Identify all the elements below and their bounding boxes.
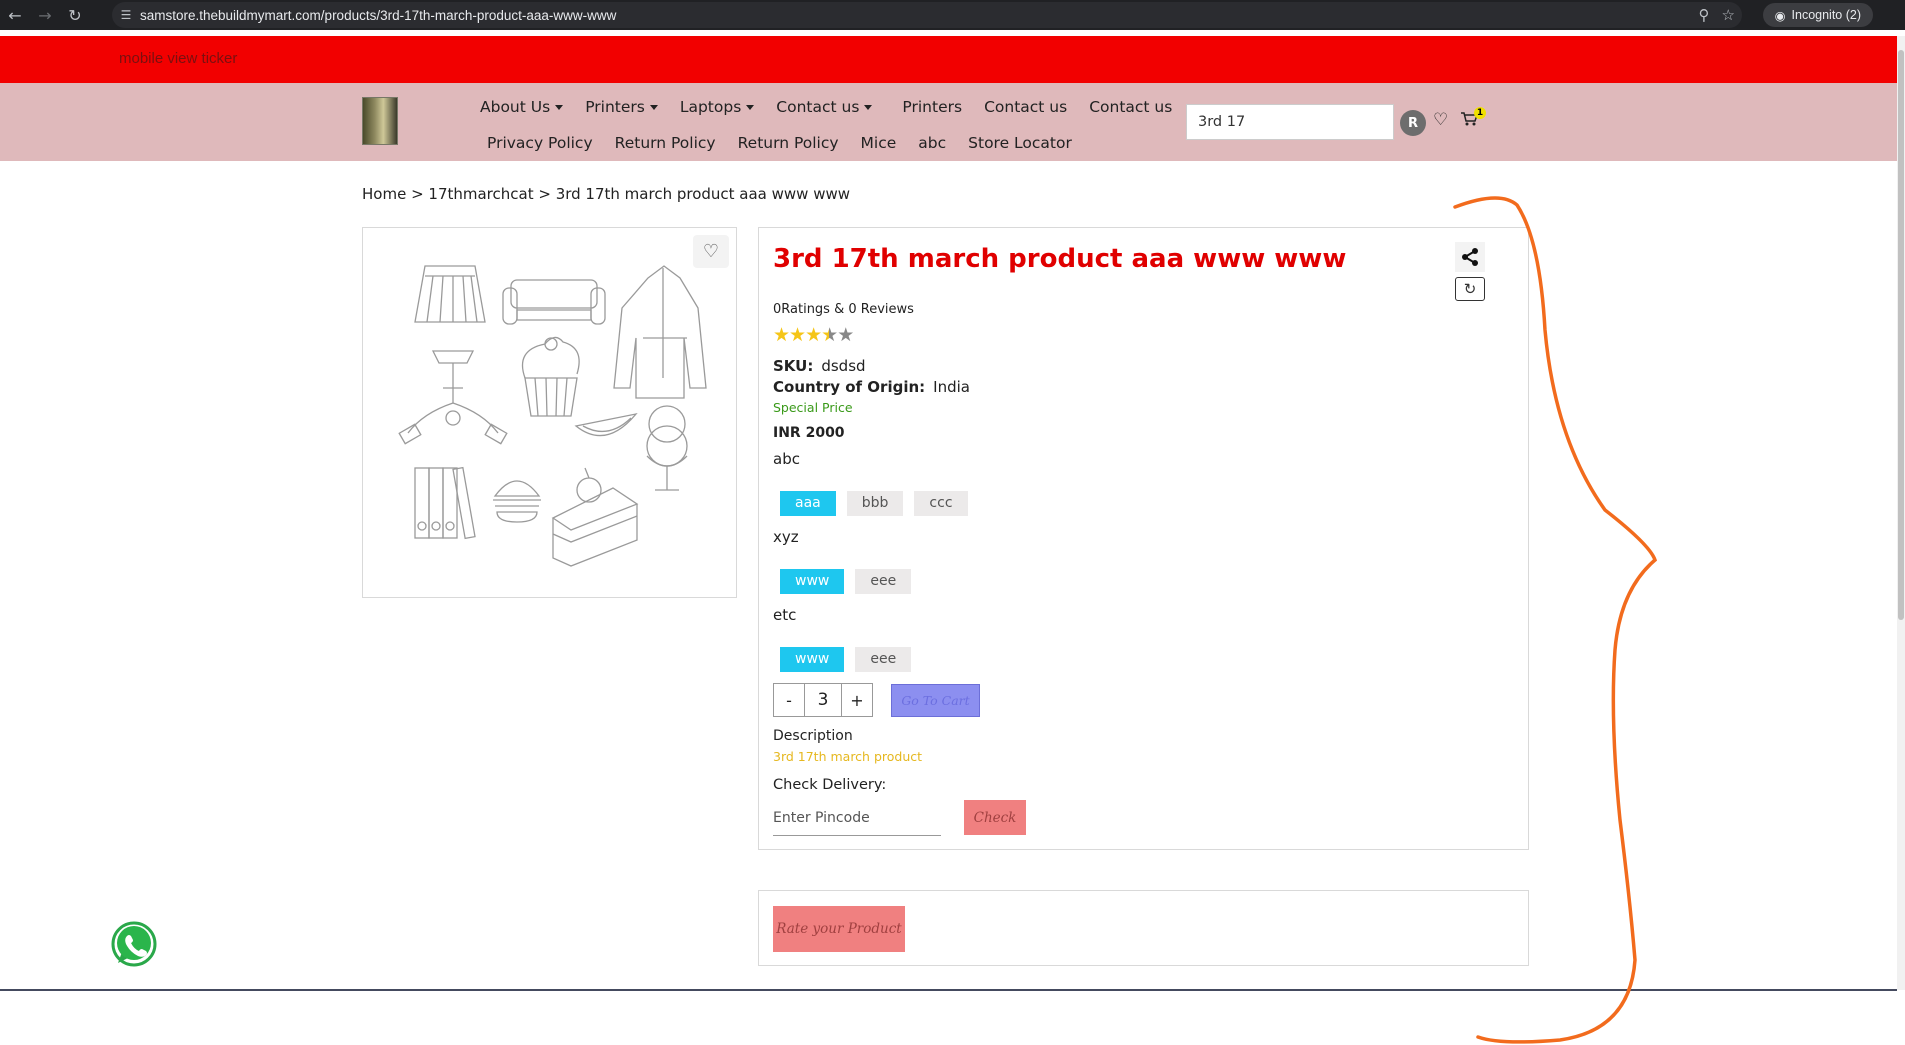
menu-item-return-policy[interactable]: Return Policy bbox=[615, 134, 716, 152]
rate-product-button[interactable]: Rate your Product bbox=[773, 906, 905, 952]
rating-stars[interactable]: ★★★★★ bbox=[773, 324, 854, 346]
reload-icon[interactable]: ↻ bbox=[60, 0, 90, 30]
quantity-stepper: - 3 + bbox=[773, 683, 873, 717]
forward-icon[interactable]: → bbox=[30, 0, 60, 30]
footer-divider bbox=[0, 989, 1897, 991]
option-label-etc: etc bbox=[773, 606, 797, 624]
special-price-label: Special Price bbox=[773, 400, 853, 415]
site-header: About Us Printers Laptops Contact us Pri… bbox=[0, 83, 1897, 161]
menu-item-return-policy-2[interactable]: Return Policy bbox=[738, 134, 839, 152]
sku-value: dsdsd bbox=[821, 357, 866, 375]
product-price: INR 2000 bbox=[773, 425, 845, 441]
share-button[interactable] bbox=[1455, 242, 1485, 272]
option-chip[interactable]: ccc bbox=[914, 491, 968, 516]
ticker-bar: mobile view ticker bbox=[0, 36, 1897, 83]
star-icon: ★ bbox=[837, 324, 854, 346]
caret-down-icon bbox=[555, 104, 564, 110]
origin-row: Country of Origin: India bbox=[773, 378, 970, 396]
pincode-input[interactable]: Enter Pincode bbox=[773, 800, 941, 836]
caret-down-icon bbox=[864, 104, 873, 110]
url-text[interactable]: samstore.thebuildmymart.com/products/3rd… bbox=[140, 8, 616, 23]
description-text: 3rd 17th march product bbox=[773, 749, 923, 764]
menu-item-laptops[interactable]: Laptops bbox=[679, 98, 755, 116]
search-input[interactable]: 3rd 17 bbox=[1186, 104, 1394, 140]
product-info-card: 3rd 17th march product aaa www www ↻ 0Ra… bbox=[758, 227, 1529, 850]
option-chip[interactable]: bbb bbox=[846, 491, 904, 516]
menu-item-abc[interactable]: abc bbox=[918, 134, 946, 152]
whatsapp-icon[interactable] bbox=[110, 920, 158, 968]
description-label: Description bbox=[773, 728, 853, 744]
option-chip[interactable]: www bbox=[780, 647, 845, 672]
option-group-abc: aaa bbb ccc bbox=[780, 491, 968, 516]
scrollbar-thumb[interactable] bbox=[1898, 50, 1904, 620]
menu-item-about-us[interactable]: About Us bbox=[480, 98, 564, 116]
incognito-label: Incognito (2) bbox=[1791, 8, 1861, 22]
site-info-icon[interactable]: ☰ bbox=[112, 2, 140, 28]
option-chip[interactable]: eee bbox=[855, 569, 912, 594]
heart-icon: ♡ bbox=[702, 241, 720, 262]
menu-item-store-locator[interactable]: Store Locator bbox=[968, 134, 1072, 152]
star-half-icon: ★ bbox=[821, 324, 838, 346]
qty-value[interactable]: 3 bbox=[804, 684, 842, 716]
go-to-cart-button[interactable]: Go To Cart bbox=[891, 684, 980, 717]
cart-count-badge: 1 bbox=[1474, 107, 1486, 119]
product-image[interactable] bbox=[363, 228, 736, 597]
rate-product-card: Rate your Product bbox=[758, 890, 1529, 966]
option-chip[interactable]: aaa bbox=[780, 491, 836, 516]
product-title: 3rd 17th march product aaa www www bbox=[773, 244, 1347, 274]
option-chip[interactable]: eee bbox=[855, 647, 912, 672]
menu-item-mice[interactable]: Mice bbox=[861, 134, 897, 152]
incognito-badge[interactable]: ◉ Incognito (2) bbox=[1762, 3, 1873, 27]
share-icon bbox=[1462, 248, 1478, 266]
sku-row: SKU: dsdsd bbox=[773, 357, 866, 375]
back-icon[interactable]: ← bbox=[0, 0, 30, 30]
caret-down-icon bbox=[649, 104, 658, 110]
user-avatar[interactable]: R bbox=[1400, 110, 1426, 136]
menu-item-contact-us[interactable]: Contact us bbox=[984, 98, 1067, 116]
option-label-abc: abc bbox=[773, 450, 800, 468]
option-group-etc: www eee bbox=[780, 647, 912, 672]
compare-button[interactable]: ↻ bbox=[1455, 277, 1485, 301]
menu-item-privacy-policy[interactable]: Privacy Policy bbox=[487, 134, 593, 152]
origin-value: India bbox=[933, 378, 970, 396]
product-image-card: ♡ bbox=[362, 227, 737, 598]
browser-toolbar: ← → ↻ ☰ samstore.thebuildmymart.com/prod… bbox=[0, 0, 1905, 30]
sku-label: SKU: bbox=[773, 357, 814, 375]
star-icon: ★ bbox=[789, 324, 806, 346]
option-group-xyz: www eee bbox=[780, 569, 912, 594]
breadcrumb[interactable]: Home > 17thmarchcat > 3rd 17th march pro… bbox=[362, 185, 850, 203]
main-menu-row-1: About Us Printers Laptops Contact us Pri… bbox=[480, 98, 1194, 116]
check-delivery-button[interactable]: Check bbox=[964, 800, 1026, 835]
page-scrollbar[interactable] bbox=[1897, 36, 1905, 990]
menu-label: Laptops bbox=[679, 98, 742, 116]
address-bar[interactable]: ☰ samstore.thebuildmymart.com/products/3… bbox=[112, 2, 1742, 28]
add-to-wishlist-button[interactable]: ♡ bbox=[693, 235, 729, 268]
menu-item-printers-dropdown[interactable]: Printers bbox=[585, 98, 658, 116]
star-icon: ★ bbox=[805, 324, 822, 346]
origin-label: Country of Origin: bbox=[773, 378, 926, 396]
main-menu-row-2: Privacy Policy Return Policy Return Poli… bbox=[487, 134, 1094, 152]
menu-item-printers[interactable]: Printers bbox=[902, 98, 962, 116]
menu-label: Contact us bbox=[776, 98, 860, 116]
star-icon: ★ bbox=[773, 324, 790, 346]
refresh-compare-icon: ↻ bbox=[1463, 280, 1477, 298]
menu-label: About Us bbox=[480, 98, 551, 116]
site-logo[interactable] bbox=[362, 97, 398, 145]
zoom-icon[interactable]: ⚲ bbox=[1699, 6, 1710, 24]
check-delivery-label: Check Delivery: bbox=[773, 777, 887, 793]
wishlist-heart-icon[interactable]: ♡ bbox=[1433, 110, 1448, 130]
menu-item-contact-us-2[interactable]: Contact us bbox=[1089, 98, 1172, 116]
option-chip[interactable]: www bbox=[780, 569, 845, 594]
bookmark-star-icon[interactable]: ☆ bbox=[1722, 6, 1735, 24]
qty-decrement-button[interactable]: - bbox=[774, 684, 804, 716]
ticker-text: mobile view ticker bbox=[119, 50, 238, 67]
ratings-summary: 0Ratings & 0 Reviews bbox=[773, 302, 914, 317]
menu-item-contact-us-dropdown[interactable]: Contact us bbox=[776, 98, 873, 116]
qty-increment-button[interactable]: + bbox=[842, 684, 872, 716]
option-label-xyz: xyz bbox=[773, 528, 799, 546]
caret-down-icon bbox=[746, 104, 755, 110]
menu-label: Printers bbox=[585, 98, 645, 116]
incognito-icon: ◉ bbox=[1774, 8, 1786, 23]
